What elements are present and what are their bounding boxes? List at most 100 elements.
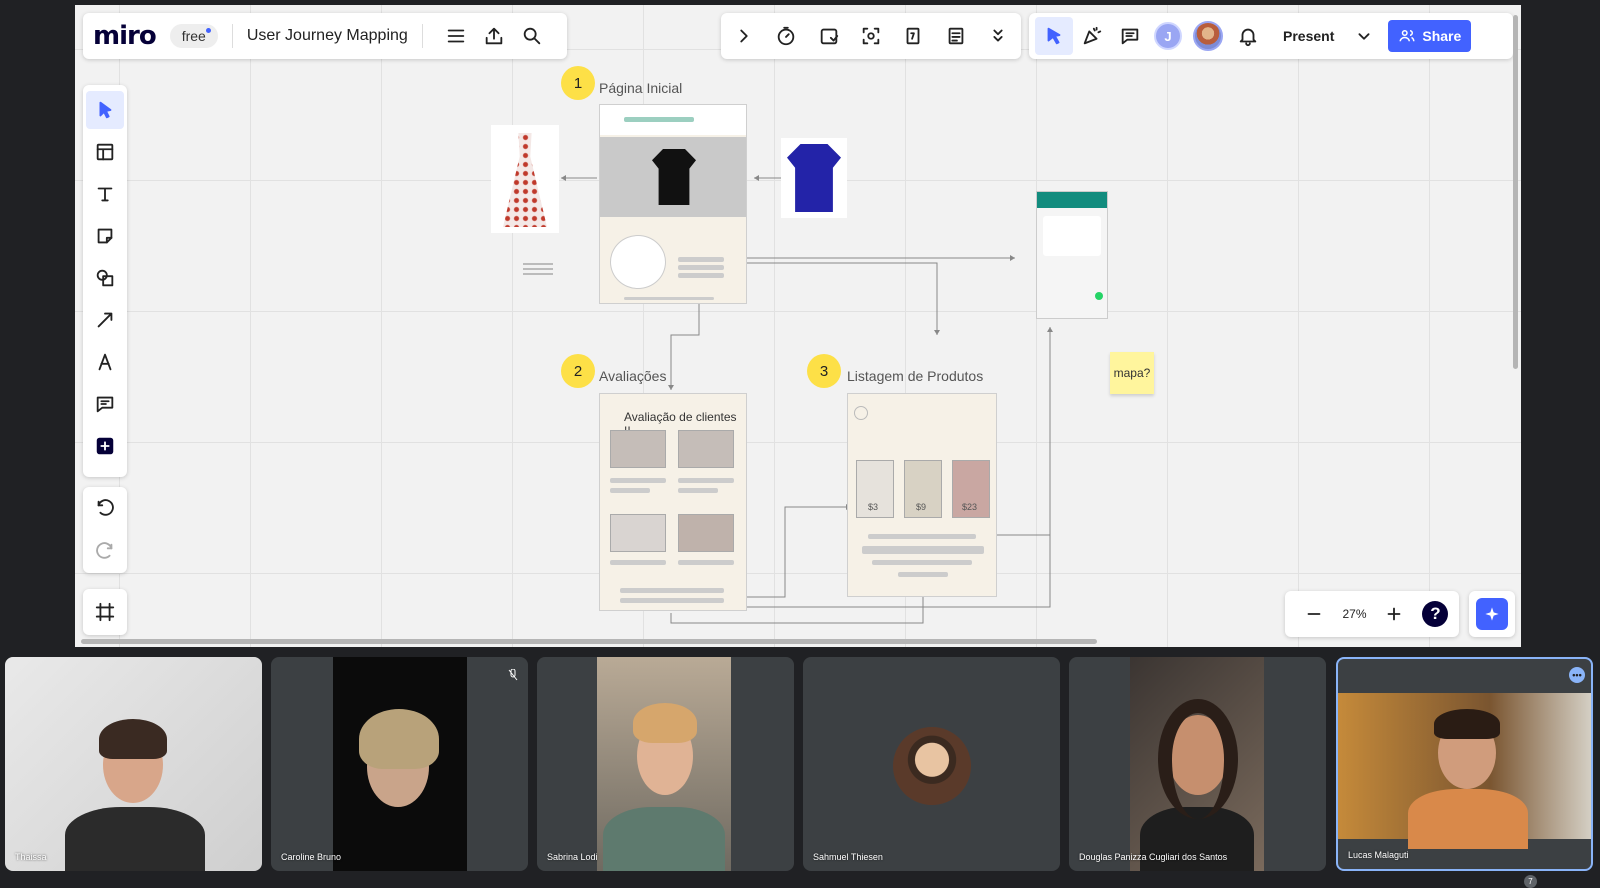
chevron-down-double-icon[interactable] [979,17,1017,55]
participant-video [597,657,731,871]
divider [231,24,233,48]
dress-image[interactable] [491,125,559,233]
focus-icon[interactable] [852,17,890,55]
card-icon[interactable] [894,17,932,55]
voting-icon[interactable] [810,17,848,55]
miro-logo[interactable]: miro [93,21,157,51]
participant-name: Sabrina Lodi [547,852,598,862]
participant-name: Lucas Malaguti [1348,850,1409,860]
miro-board[interactable]: 1 Página Inicial mapa? 2 Avaliações Aval… [75,5,1521,647]
zoom-out-icon[interactable] [1295,595,1333,633]
review-photo [610,430,666,468]
section-1-title[interactable]: Página Inicial [599,80,682,96]
zoom-in-icon[interactable] [1375,595,1413,633]
participant-tile[interactable]: Thaissa [5,657,262,871]
ai-assist-button[interactable] [1469,591,1515,637]
participant-video [1130,657,1264,871]
menu-icon[interactable] [437,17,475,55]
homepage-header [600,105,746,135]
plan-badge[interactable]: free [169,24,218,48]
chat-header [1037,192,1107,208]
bell-icon[interactable] [1229,17,1267,55]
avatar[interactable]: J [1154,22,1182,50]
section-2-badge[interactable]: 2 [561,354,595,388]
frames-toolbar [83,589,127,635]
participant-tile[interactable]: Douglas Panizza Cugliari dos Santos [1069,657,1326,871]
zoom-controls: 27% ? [1285,591,1459,637]
brand-logo-small [854,406,868,420]
review-photo [610,514,666,552]
participant-name: Caroline Bruno [281,852,342,862]
history-toolbar [83,487,127,573]
section-3-badge[interactable]: 3 [807,354,841,388]
more-options-icon[interactable]: ••• [1569,667,1585,683]
search-icon[interactable] [513,17,551,55]
participant-tile[interactable]: Sahmuel Thiesen [803,657,1060,871]
section-2-title[interactable]: Avaliações [599,368,666,384]
participant-name: Douglas Panizza Cugliari dos Santos [1079,852,1228,862]
reviews-frame[interactable]: Avaliação de clientes !! [599,393,747,611]
pen-icon[interactable] [86,343,124,381]
share-button[interactable]: Share [1388,20,1472,52]
timer-icon[interactable] [767,17,805,55]
comment-icon[interactable] [86,385,124,423]
side-note [523,263,553,277]
present-button[interactable]: Present [1283,28,1334,44]
zoom-level[interactable]: 27% [1342,607,1366,621]
avatar[interactable] [1193,21,1223,51]
send-icon [1095,292,1103,300]
templates-icon[interactable] [86,133,124,171]
upload-icon[interactable] [475,17,513,55]
horizontal-scrollbar[interactable] [81,639,1097,644]
homepage-hero [600,137,746,217]
brand-logo [610,235,666,289]
share-label: Share [1422,28,1462,44]
section-1-badge[interactable]: 1 [561,66,595,100]
select-icon[interactable] [86,91,124,129]
collaboration-toolbar [721,13,1021,59]
add-icon[interactable] [86,427,124,465]
participant-avatar [893,727,971,805]
participant-tile[interactable]: ••• Lucas Malaguti [1336,657,1593,871]
notes-icon[interactable] [937,17,975,55]
arrow-pen-icon[interactable] [86,301,124,339]
help-button[interactable]: ? [1422,601,1449,627]
connector-lines [561,175,1053,624]
comments-icon[interactable] [1111,17,1149,55]
product-price: $3 [868,502,879,512]
participant-tile[interactable]: Sabrina Lodi [537,657,794,871]
board-title[interactable]: User Journey Mapping [247,27,408,45]
participant-video [5,657,262,871]
celebrate-icon[interactable] [1073,17,1111,55]
frames-icon[interactable] [86,593,124,631]
participant-tile[interactable]: Caroline Bruno [271,657,528,871]
vertical-scrollbar[interactable] [1513,15,1518,369]
whatsapp-mockup[interactable] [1036,191,1108,319]
text-icon[interactable] [86,175,124,213]
undo-icon[interactable] [86,490,124,528]
shapes-icon[interactable] [86,259,124,297]
participant-name: Thaissa [15,852,47,862]
product-price: $23 [962,502,978,512]
chevron-down-icon[interactable] [1352,17,1376,55]
review-photo [678,514,734,552]
sticky-note-icon[interactable] [86,217,124,255]
redo-icon[interactable] [86,533,124,571]
homepage-frame[interactable] [599,104,747,304]
sticky-note[interactable]: mapa? [1110,352,1154,394]
chevron-right-icon[interactable] [725,17,763,55]
products-frame[interactable]: $3 $9 $23 [847,393,997,597]
board-header: miro free User Journey Mapping [83,13,567,59]
creation-toolbar [83,85,127,477]
participant-count[interactable]: 7 [1524,875,1537,888]
mic-off-icon [508,669,518,681]
participant-name: Sahmuel Thiesen [813,852,883,862]
section-3-title[interactable]: Listagem de Produtos [847,368,983,384]
cursor-follow-icon[interactable] [1035,17,1073,55]
blue-shirt-image[interactable] [781,138,847,218]
users-icon [1399,30,1415,42]
review-photo [678,430,734,468]
chat-bubble [1043,216,1101,256]
meeting-screen: 1 Página Inicial mapa? 2 Avaliações Aval… [0,0,1600,888]
presence-toolbar: J Present Share [1029,13,1513,59]
